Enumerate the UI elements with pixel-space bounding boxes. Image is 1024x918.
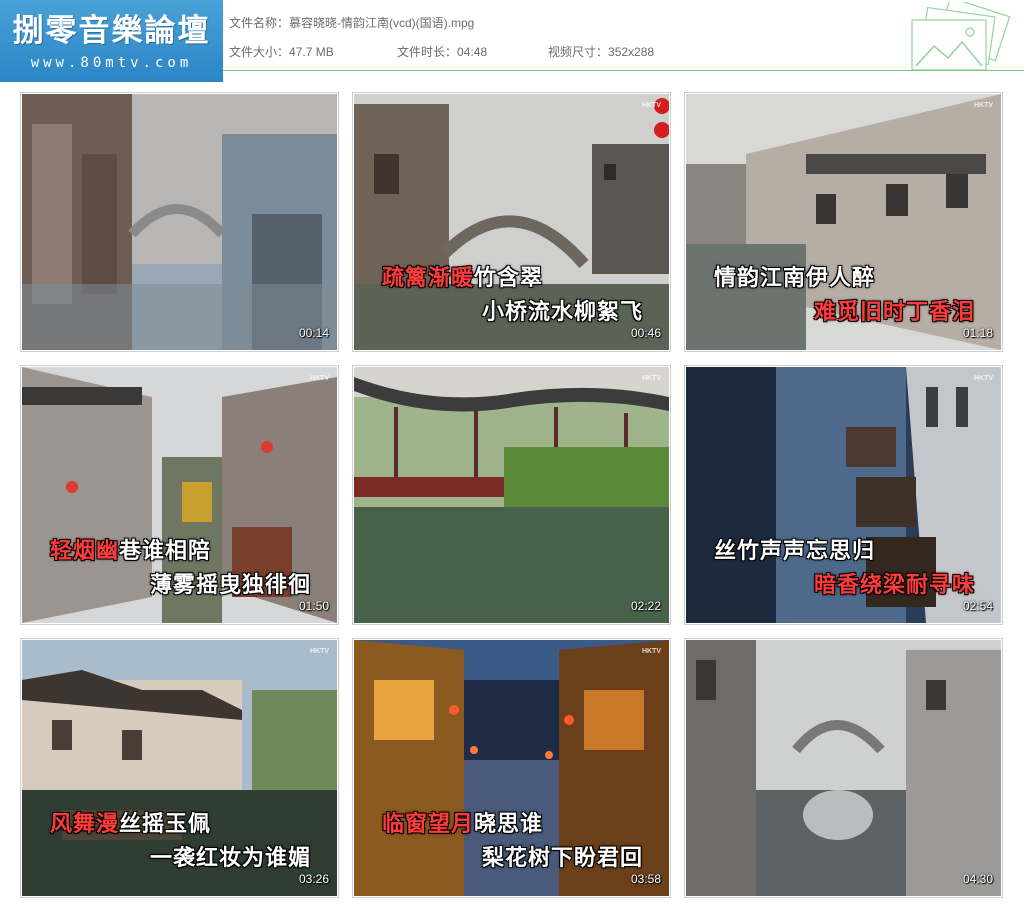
file-name-label: 文件名称： — [229, 16, 290, 30]
lyric-line-2: 梨花树下盼君回 — [482, 840, 643, 872]
canal-bridge-image — [686, 640, 1001, 896]
video-thumbnail[interactable]: 00:14 — [20, 92, 339, 352]
lyric-text: 丝摇玉佩 — [119, 812, 212, 837]
lyric-line-2: 小桥流水柳絮飞 — [482, 294, 643, 326]
garden-pavilion-image — [354, 367, 669, 623]
video-thumbnail[interactable]: HKTV 疏篱渐暖竹含翠 小桥流水柳絮飞 00:46 — [352, 92, 671, 352]
lyric-text: 晓思谁 — [474, 812, 544, 837]
timestamp: 04:30 — [962, 872, 993, 886]
site-logo: 捌零音樂論壇 www.80mtv.com — [0, 0, 223, 82]
timestamp: 02:22 — [630, 599, 661, 613]
timestamp: 03:26 — [298, 872, 329, 886]
lyric-line-2: 暗香绕梁耐寻味 — [814, 567, 975, 599]
logo-url: www.80mtv.com — [30, 55, 193, 71]
lyric-highlight: 疏篱渐暖 — [382, 266, 475, 291]
timestamp: 00:46 — [630, 326, 661, 340]
photo-stack-icon — [911, 2, 1011, 71]
channel-watermark: HKTV — [641, 102, 661, 109]
lyric-text: 丝竹声声忘思归 — [714, 539, 876, 564]
logo-title: 捌零音樂論壇 — [12, 13, 211, 49]
timestamp: 03:58 — [630, 872, 661, 886]
thumbnail-grid: 00:14 HKTV 疏篱渐暖竹含翠 小桥流水柳絮飞 00:46 HKTV 情韵… — [20, 92, 1004, 898]
lyric-line-1: 轻烟幽巷谁相陪 — [50, 533, 211, 565]
lyric-line-1: 临窗望月晓思谁 — [382, 806, 543, 838]
lyric-highlight: 难觅旧时丁香泪 — [813, 300, 975, 325]
channel-watermark: HKTV — [641, 648, 661, 655]
duration-row: 文件时长：04:48 — [397, 43, 487, 60]
channel-watermark: HKTV — [641, 375, 661, 382]
file-size-value: 47.7 MB — [289, 45, 334, 59]
video-thumbnail[interactable]: 04:30 — [684, 638, 1003, 898]
video-thumbnail[interactable]: HKTV 风舞漫丝摇玉佩 一袭红妆为谁媚 03:26 — [20, 638, 339, 898]
video-thumbnail[interactable]: HKTV 临窗望月晓思谁 梨花树下盼君回 03:58 — [352, 638, 671, 898]
lyric-text: 薄雾摇曳独徘徊 — [149, 573, 311, 598]
timestamp: 00:14 — [298, 326, 329, 340]
lyric-line-1: 疏篱渐暖竹含翠 — [382, 260, 543, 292]
file-size-label: 文件大小： — [229, 45, 290, 59]
timestamp: 01:50 — [298, 599, 329, 613]
channel-watermark: HKTV — [309, 375, 329, 382]
channel-watermark: HKTV — [973, 375, 993, 382]
channel-watermark: HKTV — [973, 102, 993, 109]
lyric-text: 一袭红妆为谁媚 — [149, 846, 311, 871]
lyric-highlight: 临窗望月 — [382, 812, 475, 837]
lyric-highlight: 轻烟幽 — [50, 539, 120, 564]
lyric-line-1: 风舞漫丝摇玉佩 — [50, 806, 211, 838]
duration-value: 04:48 — [457, 45, 488, 59]
lyric-line-2: 难觅旧时丁香泪 — [814, 294, 975, 326]
timestamp: 01:18 — [962, 326, 993, 340]
timestamp: 02:54 — [962, 599, 993, 613]
header-divider — [223, 70, 1024, 71]
lyric-highlight: 暗香绕梁耐寻味 — [813, 573, 975, 598]
video-thumbnail[interactable]: HKTV 情韵江南伊人醉 难觅旧时丁香泪 01:18 — [684, 92, 1003, 352]
lyric-line-2: 一袭红妆为谁媚 — [150, 840, 311, 872]
lyric-line-1: 丝竹声声忘思归 — [714, 533, 875, 565]
video-thumbnail[interactable]: HKTV 02:22 — [352, 365, 671, 625]
resolution-label: 视频尺寸： — [548, 45, 609, 59]
lyric-line-2: 薄雾摇曳独徘徊 — [150, 567, 311, 599]
resolution-row: 视频尺寸：352x288 — [548, 43, 654, 60]
lyric-line-1: 情韵江南伊人醉 — [714, 260, 875, 292]
lyric-highlight: 风舞漫 — [50, 812, 120, 837]
file-size-row: 文件大小：47.7 MB — [229, 43, 334, 60]
duration-label: 文件时长： — [397, 45, 458, 59]
file-name-value: 慕容晓晓-情韵江南(vcd)(国语).mpg — [289, 16, 475, 30]
file-name-row: 文件名称：慕容晓晓-情韵江南(vcd)(国语).mpg — [229, 14, 474, 31]
lyric-text: 小桥流水柳絮飞 — [481, 300, 643, 325]
canal-scene-image — [22, 94, 337, 350]
channel-watermark: HKTV — [309, 648, 329, 655]
resolution-value: 352x288 — [608, 45, 655, 59]
video-thumbnail[interactable]: HKTV 丝竹声声忘思归 暗香绕梁耐寻味 02:54 — [684, 365, 1003, 625]
video-thumbnail[interactable]: HKTV 轻烟幽巷谁相陪 薄雾摇曳独徘徊 01:50 — [20, 365, 339, 625]
lyric-text: 情韵江南伊人醉 — [714, 266, 876, 291]
lyric-text: 巷谁相陪 — [119, 539, 212, 564]
lyric-text: 竹含翠 — [474, 266, 544, 291]
lyric-text: 梨花树下盼君回 — [481, 846, 643, 871]
